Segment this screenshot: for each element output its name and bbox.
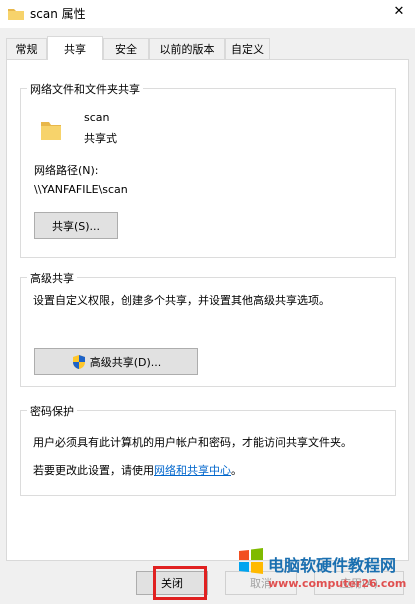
advanced-share-description: 设置自定义权限，创建多个共享，并设置其他高级共享选项。: [33, 294, 330, 307]
tab-customize[interactable]: 自定义: [225, 38, 270, 59]
password-protect-description: 用户必须具有此计算机的用户帐户和密码，才能访问共享文件夹。: [33, 436, 352, 449]
folder-icon: [8, 9, 24, 20]
watermark-url: www.computer26.com: [268, 577, 407, 590]
watermark: 电脑软硬件教程网 www.computer26.com: [238, 548, 415, 604]
sharing-panel: 网络文件和文件夹共享 scan 共享式 网络路径(N): \\YANFAFILE…: [6, 59, 409, 561]
network-path-value: \\YANFAFILE\scan: [34, 183, 128, 196]
password-protect-legend: 密码保护: [27, 403, 77, 419]
windows-logo-icon: [239, 548, 263, 574]
advanced-share-button-label: 高级共享(D)...: [89, 355, 162, 369]
share-status: 共享式: [84, 132, 117, 145]
folder-icon: [41, 122, 61, 140]
highlight-box: [153, 566, 207, 600]
change-setting-prefix: 若要更改此设置，请使用: [33, 464, 154, 477]
close-icon[interactable]: ✕: [391, 4, 407, 20]
password-protect-group: 密码保护 用户必须具有此计算机的用户帐户和密码，才能访问共享文件夹。 若要更改此…: [20, 403, 396, 496]
share-button[interactable]: 共享(S)...: [34, 212, 118, 239]
advanced-share-button[interactable]: 高级共享(D)...: [34, 348, 198, 375]
network-sharing-center-link[interactable]: 网络和共享中心: [154, 464, 231, 477]
tab-sharing[interactable]: 共享: [47, 36, 103, 60]
advanced-share-group: 高级共享 设置自定义权限，创建多个共享，并设置其他高级共享选项。 高级共享(D)…: [20, 270, 396, 387]
tab-security[interactable]: 安全: [103, 38, 149, 59]
network-share-group: 网络文件和文件夹共享 scan 共享式 网络路径(N): \\YANFAFILE…: [20, 81, 396, 258]
network-path-label: 网络路径(N):: [34, 164, 99, 177]
shield-icon: [72, 354, 85, 369]
change-setting-line: 若要更改此设置，请使用网络和共享中心。: [33, 462, 242, 478]
watermark-title: 电脑软硬件教程网: [268, 556, 397, 575]
tab-general[interactable]: 常规: [6, 38, 47, 59]
folder-name: scan: [84, 111, 110, 124]
tab-previous-versions[interactable]: 以前的版本: [149, 38, 225, 59]
advanced-share-legend: 高级共享: [27, 270, 77, 286]
network-share-legend: 网络文件和文件夹共享: [27, 81, 143, 97]
window-title: scan 属性: [30, 7, 86, 21]
change-setting-suffix: 。: [231, 464, 242, 477]
title-bar: scan 属性 ✕: [0, 0, 415, 28]
